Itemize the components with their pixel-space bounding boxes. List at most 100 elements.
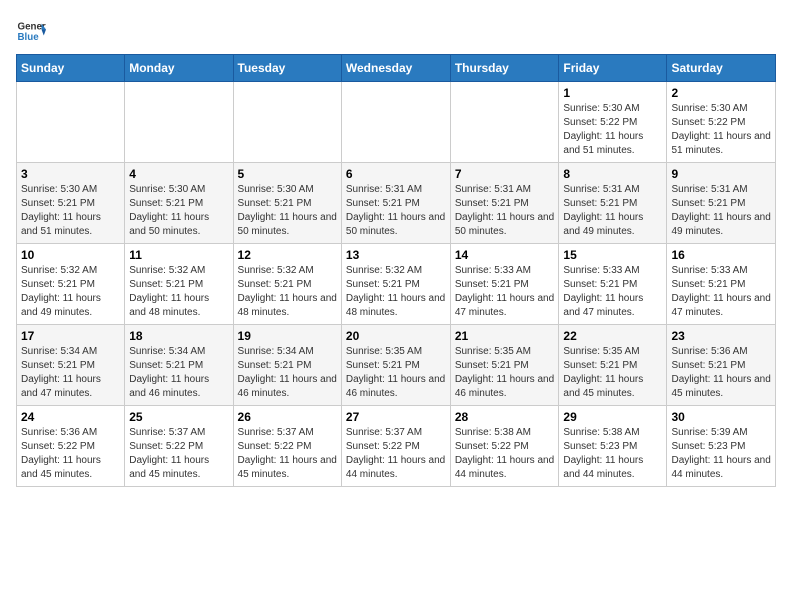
day-info: Sunrise: 5:36 AM Sunset: 5:21 PM Dayligh…	[671, 345, 771, 401]
calendar-cell: 25 Sunrise: 5:37 AM Sunset: 5:22 PM Dayli…	[125, 406, 233, 487]
day-number: 3	[21, 167, 120, 181]
day-info: Sunrise: 5:30 AM Sunset: 5:21 PM Dayligh…	[21, 183, 120, 239]
calendar-cell: 1 Sunrise: 5:30 AM Sunset: 5:22 PM Daylig…	[559, 82, 667, 163]
calendar-cell: 30 Sunrise: 5:39 AM Sunset: 5:23 PM Dayli…	[667, 406, 776, 487]
calendar-cell	[17, 82, 125, 163]
day-info: Sunrise: 5:30 AM Sunset: 5:22 PM Dayligh…	[563, 102, 662, 158]
calendar-cell: 2Sunrise: 5:30 AM Sunset: 5:22 PM Daylig…	[667, 82, 776, 163]
day-info: Sunrise: 5:30 AM Sunset: 5:21 PM Dayligh…	[129, 183, 228, 239]
calendar-cell: 8 Sunrise: 5:31 AM Sunset: 5:21 PM Daylig…	[559, 163, 667, 244]
day-number: 12	[238, 248, 337, 262]
calendar-cell: 22 Sunrise: 5:35 AM Sunset: 5:21 PM Dayli…	[559, 325, 667, 406]
calendar-cell: 5Sunrise: 5:30 AM Sunset: 5:21 PM Daylig…	[233, 163, 341, 244]
col-header-tuesday: Tuesday	[233, 55, 341, 82]
day-number: 9	[671, 167, 771, 181]
day-info: Sunrise: 5:30 AM Sunset: 5:22 PM Dayligh…	[671, 102, 771, 158]
calendar-cell: 16 Sunrise: 5:33 AM Sunset: 5:21 PM Dayli…	[667, 244, 776, 325]
day-number: 20	[346, 329, 446, 343]
day-info: Sunrise: 5:33 AM Sunset: 5:21 PM Dayligh…	[455, 264, 555, 320]
calendar-table: SundayMondayTuesdayWednesdayThursdayFrid…	[16, 54, 776, 487]
day-number: 26	[238, 410, 337, 424]
week-row-4: 17 Sunrise: 5:34 AM Sunset: 5:21 PM Dayli…	[17, 325, 776, 406]
day-info: Sunrise: 5:37 AM Sunset: 5:22 PM Dayligh…	[346, 426, 446, 482]
day-info: Sunrise: 5:35 AM Sunset: 5:21 PM Dayligh…	[563, 345, 662, 401]
col-header-wednesday: Wednesday	[341, 55, 450, 82]
calendar-cell: 7 Sunrise: 5:31 AM Sunset: 5:21 PM Daylig…	[450, 163, 559, 244]
calendar-cell: 9 Sunrise: 5:31 AM Sunset: 5:21 PM Daylig…	[667, 163, 776, 244]
logo-icon: General Blue	[16, 16, 46, 46]
calendar-cell: 6Sunrise: 5:31 AM Sunset: 5:21 PM Daylig…	[341, 163, 450, 244]
col-header-sunday: Sunday	[17, 55, 125, 82]
calendar-cell	[233, 82, 341, 163]
day-info: Sunrise: 5:32 AM Sunset: 5:21 PM Dayligh…	[346, 264, 446, 320]
day-info: Sunrise: 5:30 AM Sunset: 5:21 PM Dayligh…	[238, 183, 337, 239]
day-number: 8	[563, 167, 662, 181]
day-number: 29	[563, 410, 662, 424]
calendar-cell: 20 Sunrise: 5:35 AM Sunset: 5:21 PM Dayli…	[341, 325, 450, 406]
day-number: 1	[563, 86, 662, 100]
page-header: General Blue	[16, 16, 776, 46]
col-header-friday: Friday	[559, 55, 667, 82]
day-info: Sunrise: 5:36 AM Sunset: 5:22 PM Dayligh…	[21, 426, 120, 482]
day-number: 27	[346, 410, 446, 424]
week-row-5: 24 Sunrise: 5:36 AM Sunset: 5:22 PM Dayli…	[17, 406, 776, 487]
calendar-cell: 19 Sunrise: 5:34 AM Sunset: 5:21 PM Dayli…	[233, 325, 341, 406]
day-info: Sunrise: 5:33 AM Sunset: 5:21 PM Dayligh…	[671, 264, 771, 320]
calendar-cell	[450, 82, 559, 163]
day-info: Sunrise: 5:31 AM Sunset: 5:21 PM Dayligh…	[563, 183, 662, 239]
calendar-cell: 10 Sunrise: 5:32 AM Sunset: 5:21 PM Dayli…	[17, 244, 125, 325]
calendar-cell: 14 Sunrise: 5:33 AM Sunset: 5:21 PM Dayli…	[450, 244, 559, 325]
day-info: Sunrise: 5:39 AM Sunset: 5:23 PM Dayligh…	[671, 426, 771, 482]
day-number: 24	[21, 410, 120, 424]
svg-text:Blue: Blue	[18, 32, 40, 43]
day-info: Sunrise: 5:31 AM Sunset: 5:21 PM Dayligh…	[346, 183, 446, 239]
day-number: 10	[21, 248, 120, 262]
day-number: 7	[455, 167, 555, 181]
day-number: 18	[129, 329, 228, 343]
week-row-3: 10 Sunrise: 5:32 AM Sunset: 5:21 PM Dayli…	[17, 244, 776, 325]
day-number: 28	[455, 410, 555, 424]
day-info: Sunrise: 5:34 AM Sunset: 5:21 PM Dayligh…	[238, 345, 337, 401]
day-info: Sunrise: 5:34 AM Sunset: 5:21 PM Dayligh…	[129, 345, 228, 401]
day-number: 17	[21, 329, 120, 343]
calendar-cell: 27 Sunrise: 5:37 AM Sunset: 5:22 PM Dayli…	[341, 406, 450, 487]
day-info: Sunrise: 5:33 AM Sunset: 5:21 PM Dayligh…	[563, 264, 662, 320]
calendar-cell: 13 Sunrise: 5:32 AM Sunset: 5:21 PM Dayli…	[341, 244, 450, 325]
day-info: Sunrise: 5:35 AM Sunset: 5:21 PM Dayligh…	[455, 345, 555, 401]
calendar-cell	[341, 82, 450, 163]
calendar-cell: 29 Sunrise: 5:38 AM Sunset: 5:23 PM Dayli…	[559, 406, 667, 487]
day-info: Sunrise: 5:35 AM Sunset: 5:21 PM Dayligh…	[346, 345, 446, 401]
day-info: Sunrise: 5:38 AM Sunset: 5:22 PM Dayligh…	[455, 426, 555, 482]
calendar-cell	[125, 82, 233, 163]
day-info: Sunrise: 5:37 AM Sunset: 5:22 PM Dayligh…	[129, 426, 228, 482]
calendar-cell: 12 Sunrise: 5:32 AM Sunset: 5:21 PM Dayli…	[233, 244, 341, 325]
day-info: Sunrise: 5:34 AM Sunset: 5:21 PM Dayligh…	[21, 345, 120, 401]
calendar-cell: 11 Sunrise: 5:32 AM Sunset: 5:21 PM Dayli…	[125, 244, 233, 325]
day-info: Sunrise: 5:32 AM Sunset: 5:21 PM Dayligh…	[238, 264, 337, 320]
day-number: 15	[563, 248, 662, 262]
day-info: Sunrise: 5:37 AM Sunset: 5:22 PM Dayligh…	[238, 426, 337, 482]
day-number: 25	[129, 410, 228, 424]
calendar-cell: 28 Sunrise: 5:38 AM Sunset: 5:22 PM Dayli…	[450, 406, 559, 487]
calendar-cell: 21Sunrise: 5:35 AM Sunset: 5:21 PM Dayli…	[450, 325, 559, 406]
calendar-cell: 23 Sunrise: 5:36 AM Sunset: 5:21 PM Dayli…	[667, 325, 776, 406]
day-info: Sunrise: 5:38 AM Sunset: 5:23 PM Dayligh…	[563, 426, 662, 482]
day-number: 16	[671, 248, 771, 262]
day-number: 23	[671, 329, 771, 343]
day-number: 11	[129, 248, 228, 262]
calendar-cell: 4Sunrise: 5:30 AM Sunset: 5:21 PM Daylig…	[125, 163, 233, 244]
calendar-cell: 17 Sunrise: 5:34 AM Sunset: 5:21 PM Dayli…	[17, 325, 125, 406]
day-number: 22	[563, 329, 662, 343]
day-number: 14	[455, 248, 555, 262]
col-header-thursday: Thursday	[450, 55, 559, 82]
calendar-cell: 26 Sunrise: 5:37 AM Sunset: 5:22 PM Dayli…	[233, 406, 341, 487]
day-info: Sunrise: 5:31 AM Sunset: 5:21 PM Dayligh…	[671, 183, 771, 239]
day-number: 13	[346, 248, 446, 262]
day-info: Sunrise: 5:31 AM Sunset: 5:21 PM Dayligh…	[455, 183, 555, 239]
day-number: 30	[671, 410, 771, 424]
col-header-monday: Monday	[125, 55, 233, 82]
day-info: Sunrise: 5:32 AM Sunset: 5:21 PM Dayligh…	[21, 264, 120, 320]
day-info: Sunrise: 5:32 AM Sunset: 5:21 PM Dayligh…	[129, 264, 228, 320]
calendar-cell: 24 Sunrise: 5:36 AM Sunset: 5:22 PM Dayli…	[17, 406, 125, 487]
day-number: 19	[238, 329, 337, 343]
